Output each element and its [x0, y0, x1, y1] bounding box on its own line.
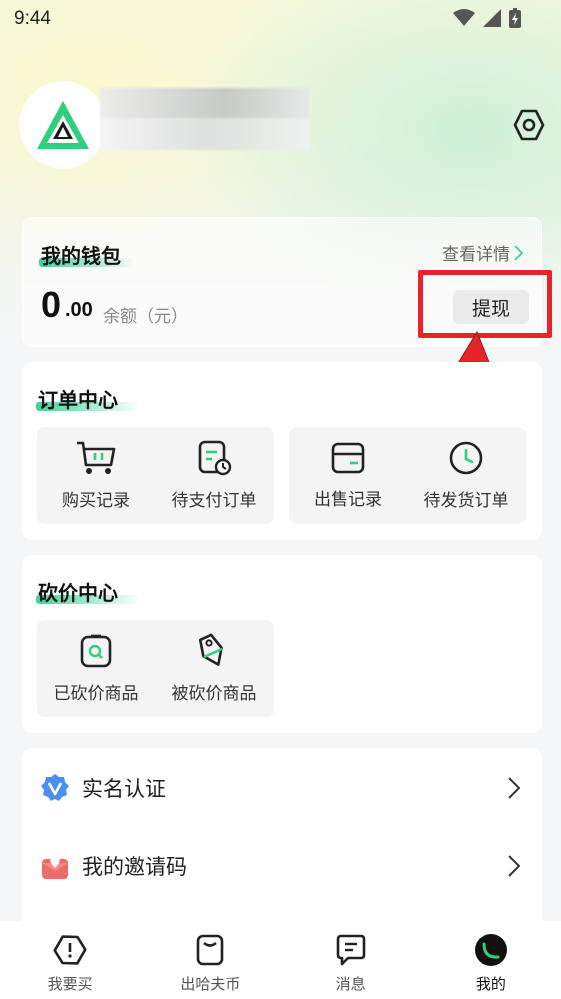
- pending-payment-icon: [198, 440, 232, 476]
- gear-icon: [513, 109, 545, 141]
- status-icons: [453, 8, 521, 28]
- battery-icon: [509, 8, 521, 28]
- bargained-goods-icon: [80, 634, 112, 668]
- order-center-title: 订单中心: [38, 388, 118, 412]
- sell-orders-group: 出售记录 待发货订单: [289, 427, 526, 524]
- sell-bag-icon: [197, 934, 224, 966]
- balance-label: 余额（元）: [103, 307, 188, 327]
- order-center-card: 订单中心 购买记录 待支付订单 出售记录 待发货订单: [22, 362, 542, 540]
- clock-icon: [449, 441, 483, 475]
- tile-label: 被砍价商品: [171, 684, 257, 704]
- invite-gift-icon: [42, 857, 68, 879]
- message-icon: [336, 934, 365, 966]
- tile-label: 出售记录: [314, 490, 382, 510]
- buy-orders-group: 购买记录 待支付订单: [37, 427, 274, 524]
- settings-button[interactable]: [512, 108, 546, 142]
- row-label: 我的邀请码: [82, 855, 187, 879]
- bargain-center-card: 砍价中心 已砍价商品 被砍价商品: [22, 555, 542, 733]
- wifi-icon: [453, 9, 475, 26]
- signal-icon: [483, 9, 501, 27]
- list-item-invite-code[interactable]: 我的邀请码: [22, 826, 542, 906]
- tile-label: 待支付订单: [171, 491, 257, 511]
- bargained-goods-tile[interactable]: 已砍价商品: [37, 620, 155, 717]
- pending-payment-tile[interactable]: 待支付订单: [155, 427, 273, 524]
- username-blurred: [100, 88, 310, 150]
- buy-icon: [53, 935, 87, 965]
- wallet-detail-label: 查看详情: [442, 245, 510, 265]
- app-logo-icon: [37, 101, 89, 149]
- chevron-right-icon: [508, 777, 520, 799]
- tile-label: 待发货订单: [423, 491, 509, 511]
- balance-decimal: .00: [65, 299, 93, 321]
- sale-records-tile[interactable]: 出售记录: [289, 427, 407, 524]
- price-tag-icon: [198, 633, 223, 666]
- row-label: 实名认证: [82, 777, 166, 801]
- status-bar: 9:44: [0, 0, 561, 40]
- avatar[interactable]: [22, 84, 104, 166]
- nav-label: 出哈夫币: [180, 975, 241, 993]
- list-item-real-name[interactable]: 实名认证: [22, 748, 542, 828]
- nav-item-sell[interactable]: 出哈夫币: [140, 921, 280, 999]
- bargain-group: 已砍价商品 被砍价商品: [37, 620, 274, 717]
- profile-icon: [474, 934, 507, 966]
- pending-shipment-tile[interactable]: 待发货订单: [407, 427, 525, 524]
- nav-item-profile[interactable]: 我的: [421, 921, 561, 999]
- tile-label: 已砍价商品: [53, 684, 139, 704]
- chevron-right-icon: [514, 244, 523, 261]
- highlight-box: [418, 270, 552, 338]
- being-bargained-tile[interactable]: 被砍价商品: [155, 620, 273, 717]
- nav-label: 我的: [475, 975, 506, 993]
- wallet-icon: [331, 442, 365, 474]
- wallet-title: 我的钱包: [41, 244, 121, 268]
- nav-item-buy[interactable]: 我要买: [0, 921, 140, 999]
- menu-list-card: 实名认证 我的邀请码: [22, 748, 542, 933]
- status-time: 9:44: [14, 8, 51, 29]
- chevron-right-icon: [508, 855, 520, 877]
- nav-label: 我要买: [47, 975, 93, 993]
- verified-badge-icon: [41, 774, 69, 801]
- bargain-center-title: 砍价中心: [38, 581, 118, 605]
- bottom-nav: 我要买 出哈夫币 消息 我的: [0, 921, 561, 999]
- nav-item-messages[interactable]: 消息: [281, 921, 421, 999]
- purchase-records-tile[interactable]: 购买记录: [37, 427, 155, 524]
- balance-integer: 0: [41, 284, 62, 325]
- tile-label: 购买记录: [62, 491, 130, 511]
- wallet-detail-link[interactable]: 查看详情: [442, 240, 523, 265]
- cart-icon: [77, 441, 116, 474]
- nav-label: 消息: [335, 975, 366, 993]
